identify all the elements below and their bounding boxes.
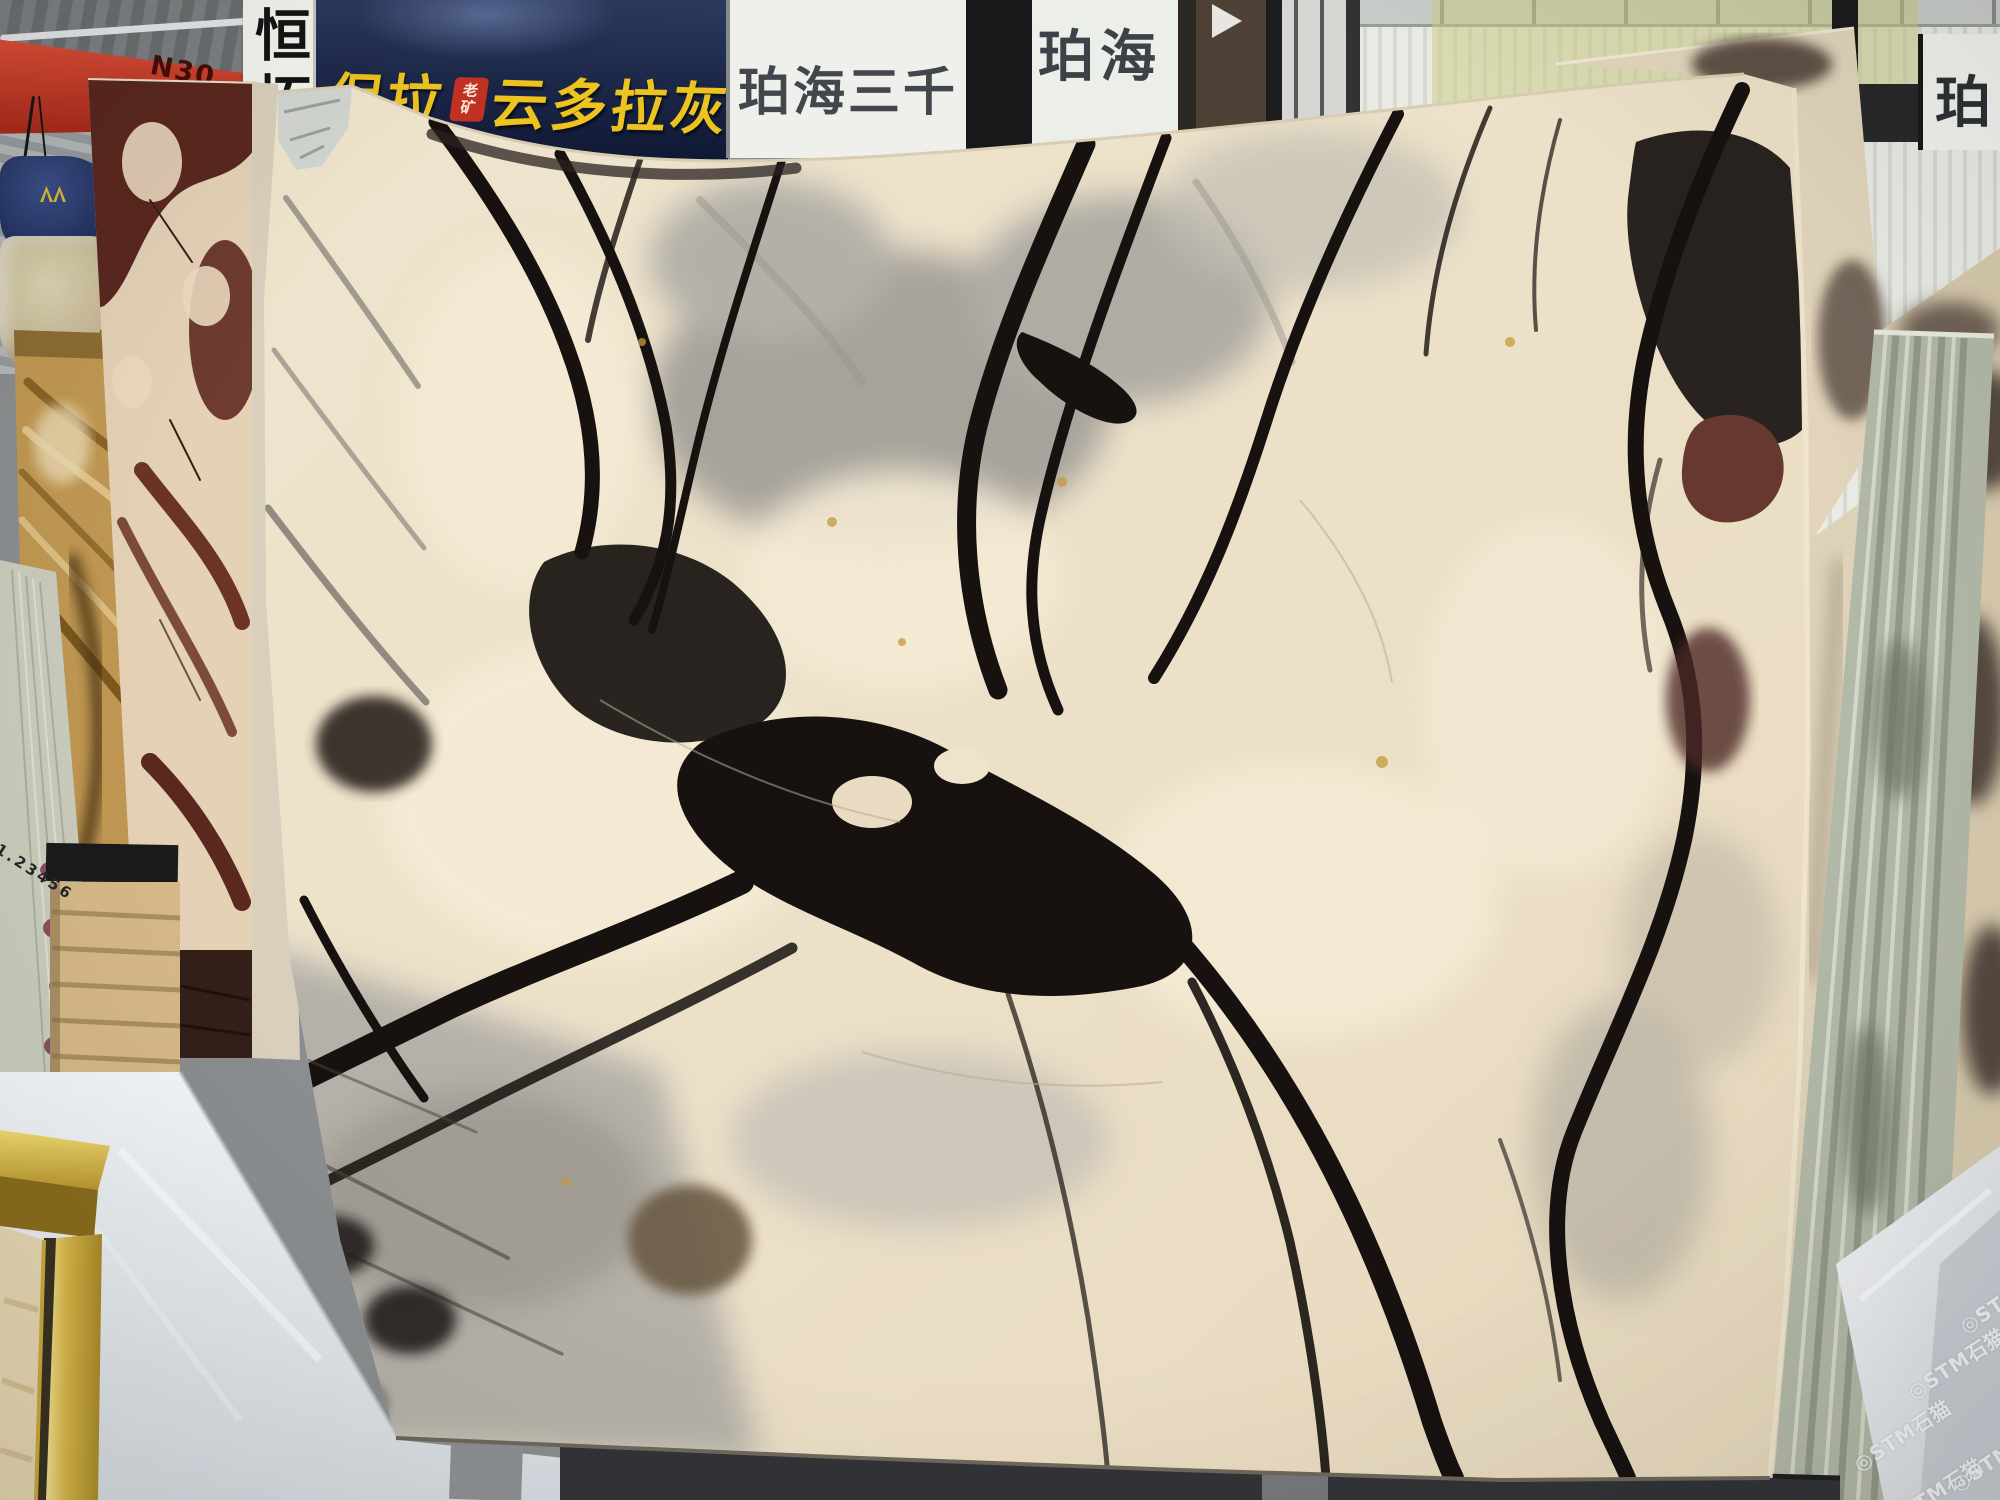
taupe-blotch xyxy=(628,1185,752,1295)
support-beam-and-slats xyxy=(46,843,180,1072)
gold-pedestal xyxy=(0,1130,110,1500)
warehouse-scene: N30 恒拓 保拉 老矿 云多拉灰 珀海三千 珀海 xyxy=(0,0,2000,1500)
slab-artwork xyxy=(0,0,2000,1500)
main-marble-slab xyxy=(240,60,1820,1500)
floor-support-block xyxy=(449,1445,523,1500)
